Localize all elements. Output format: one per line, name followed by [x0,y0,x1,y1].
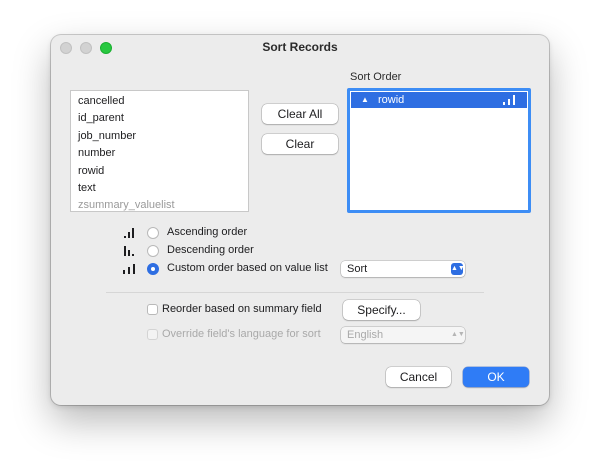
sort-order-field-name: rowid [378,94,405,106]
field-list-item[interactable]: id_parent [71,110,248,127]
custom-order-radio[interactable] [147,263,159,275]
override-language-checkbox[interactable] [147,329,158,340]
field-list-item[interactable]: rowid [71,163,248,180]
ascending-order-radio[interactable] [147,227,159,239]
drag-handle-icon[interactable]: ▲ [361,92,369,108]
specify-button[interactable]: Specify... [343,300,420,320]
sort-order-item[interactable]: ▲ rowid [351,92,527,108]
sort-order-list[interactable]: ▲ rowid [347,88,531,213]
ascending-order-label: Ascending order [167,226,248,238]
field-list-item[interactable]: job_number [71,128,248,145]
custom-order-icon [503,95,515,105]
popup-arrows-icon: ▲▼ [451,263,465,275]
language-popup-value: English [347,329,384,341]
value-list-popup-value: Sort [347,263,368,275]
custom-order-label: Custom order based on value list [167,262,328,274]
reorder-summary-label: Reorder based on summary field [162,303,322,315]
ok-button[interactable]: OK [463,367,529,387]
field-list-item[interactable]: cancelled [71,93,248,110]
ascending-order-icon [124,228,134,238]
reorder-summary-checkbox[interactable] [147,304,158,315]
popup-arrows-icon: ▲▼ [451,331,465,338]
clear-all-button[interactable]: Clear All [262,104,338,124]
cancel-button[interactable]: Cancel [386,367,451,387]
field-list[interactable]: cancelled id_parent job_number number ro… [70,90,249,212]
descending-order-icon [124,246,134,256]
value-list-popup[interactable]: Sort ▲▼ [341,261,465,277]
clear-button[interactable]: Clear [262,134,338,154]
field-list-item[interactable]: text [71,180,248,197]
descending-order-label: Descending order [167,244,254,256]
override-language-label: Override field's language for sort [162,328,321,340]
field-list-item[interactable]: number [71,145,248,162]
field-list-item[interactable]: zsummary_valuelist [71,197,248,214]
divider [106,292,484,293]
language-popup[interactable]: English ▲▼ [341,327,465,343]
dialog-title: Sort Records [262,40,338,54]
descending-order-radio[interactable] [147,245,159,257]
custom-order-icon [123,264,135,274]
sort-order-label: Sort Order [350,71,402,83]
sort-records-dialog: Sort Records cancelled id_parent job_num… [51,35,549,405]
title-bar: Sort Records [51,35,549,59]
